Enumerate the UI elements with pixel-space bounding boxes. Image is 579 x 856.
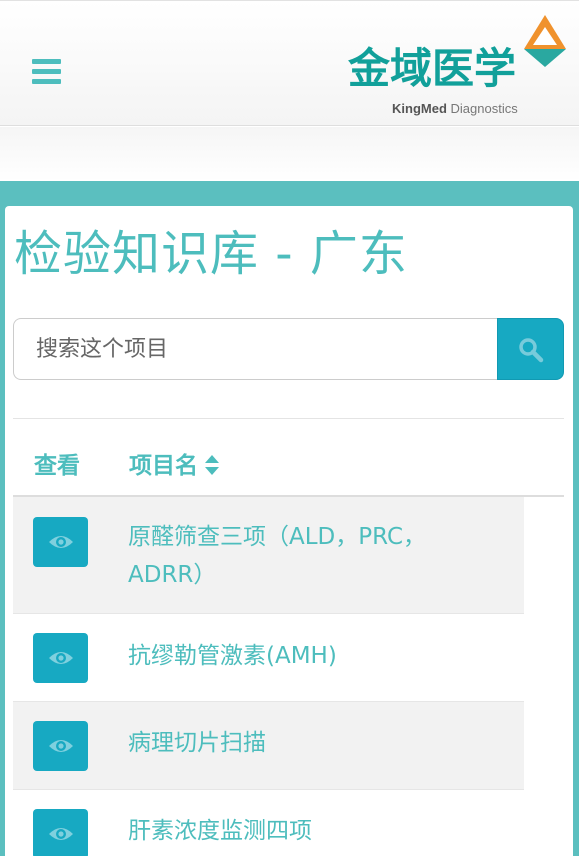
eye-icon — [49, 536, 73, 548]
page-title: 检验知识库 - 广东 — [14, 226, 408, 282]
table-row: 抗缪勒管激素(AMH) — [13, 614, 524, 702]
view-button[interactable] — [33, 721, 88, 771]
search-icon — [519, 338, 544, 363]
column-header-view: 查看 — [34, 453, 80, 479]
eye-icon — [49, 828, 73, 840]
column-header-name[interactable]: 项目名 — [129, 446, 220, 480]
kingmed-logo[interactable]: 金域医学 KingMed Diagnostics — [346, 15, 568, 119]
logo-mark-icon — [524, 15, 566, 67]
sort-icon[interactable] — [204, 454, 220, 476]
search-input[interactable] — [13, 318, 499, 380]
eye-icon — [49, 652, 73, 664]
item-name-link[interactable]: 抗缪勒管激素(AMH) — [128, 637, 508, 675]
table-row: 肝素浓度监测四项 — [13, 790, 524, 856]
item-name-link[interactable]: 肝素浓度监测四项 — [128, 812, 508, 850]
search-button[interactable] — [497, 318, 564, 380]
top-navbar: 金域医学 KingMed Diagnostics — [0, 0, 579, 126]
item-name-link[interactable]: 原醛筛查三项（ALD，PRC，ADRR） — [128, 518, 458, 594]
table-row: 病理切片扫描 — [13, 702, 524, 790]
view-button[interactable] — [33, 809, 88, 856]
logo-name-en: KingMed Diagnostics — [392, 101, 518, 116]
logo-name-cn: 金域医学 — [348, 44, 517, 93]
view-button[interactable] — [33, 517, 88, 567]
eye-icon — [49, 740, 73, 752]
table-top-divider — [13, 418, 564, 419]
table-row: 原醛筛查三项（ALD，PRC，ADRR） — [13, 497, 524, 614]
view-button[interactable] — [33, 633, 88, 683]
secondary-bar — [0, 127, 579, 181]
hamburger-menu-icon[interactable] — [32, 59, 61, 85]
item-name-link[interactable]: 病理切片扫描 — [128, 724, 508, 762]
